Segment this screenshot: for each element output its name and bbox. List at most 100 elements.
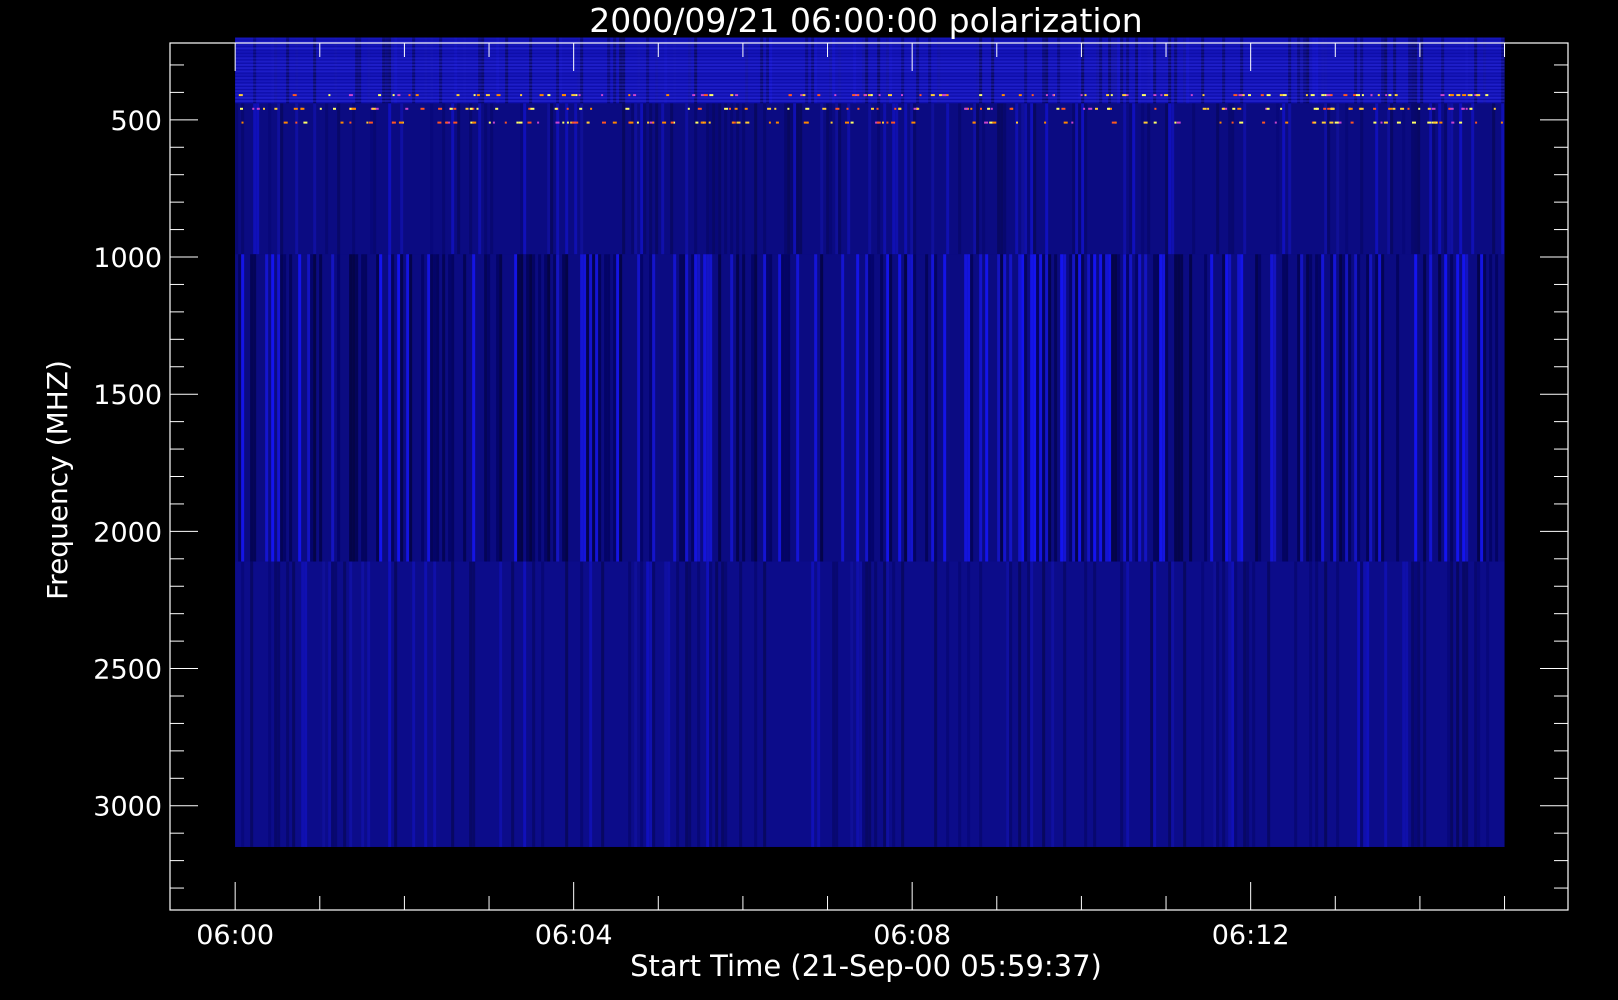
heatmap-column — [1357, 561, 1361, 847]
heatmap-column — [763, 103, 767, 255]
heatmap-spike — [1462, 94, 1467, 97]
heatmap-spike — [987, 107, 991, 110]
heatmap-spike — [469, 107, 473, 110]
heatmap-spike — [1348, 107, 1353, 110]
heatmap-column — [472, 561, 476, 847]
heatmap-spike — [1009, 107, 1013, 110]
heatmap-spike — [992, 121, 997, 124]
heatmap-spike — [351, 107, 356, 110]
heatmap-spike — [1400, 107, 1405, 110]
heatmap-column — [703, 254, 707, 562]
heatmap-column — [1126, 561, 1130, 847]
heatmap-column — [1471, 103, 1475, 255]
heatmap-spike — [405, 107, 409, 110]
heatmap-column — [331, 561, 335, 847]
spectrogram-chart: 500 1000 1500 2000 2500 3000 06:00 06:04 06:08 06… — [0, 0, 1618, 1000]
heatmap-row — [235, 100, 1505, 103]
heatmap-column — [490, 103, 494, 255]
heatmap-spike — [1154, 107, 1157, 110]
heatmap-column — [892, 103, 896, 255]
heatmap-spike — [465, 107, 469, 110]
heatmap-column — [1216, 561, 1220, 847]
heatmap-column — [1384, 561, 1388, 847]
heatmap-column — [1438, 254, 1442, 562]
heatmap-column — [721, 561, 725, 847]
heatmap-column — [388, 254, 392, 562]
heatmap-column — [1378, 254, 1382, 562]
heatmap-column — [622, 103, 626, 255]
heatmap-spike — [445, 121, 449, 124]
heatmap-column — [1450, 254, 1454, 562]
heatmap-spike — [1356, 94, 1360, 97]
heatmap-spike — [579, 107, 583, 110]
heatmap-spike — [845, 121, 849, 124]
heatmap-spike — [472, 121, 477, 124]
heatmap-column — [1345, 103, 1349, 255]
heatmap-column — [409, 254, 413, 562]
heatmap-row — [235, 67, 1505, 70]
heatmap-column — [1054, 254, 1058, 562]
heatmap-column — [457, 103, 461, 255]
heatmap-column — [361, 561, 365, 847]
heatmap-column — [1120, 561, 1124, 847]
heatmap-spike — [886, 121, 889, 124]
heatmap-column — [1018, 254, 1022, 562]
heatmap-column — [280, 103, 284, 255]
heatmap-column — [1414, 254, 1418, 562]
heatmap-column — [1123, 103, 1127, 255]
heatmap-column — [931, 103, 935, 255]
heatmap-spike — [1394, 94, 1398, 97]
heatmap-column — [463, 254, 467, 562]
heatmap-column — [763, 254, 767, 562]
heatmap-column — [1360, 103, 1364, 255]
heatmap-column — [1222, 254, 1226, 562]
heatmap-spike — [240, 107, 243, 110]
heatmap-column — [1495, 254, 1499, 562]
heatmap-spike — [876, 121, 881, 124]
heatmap-column — [367, 561, 371, 847]
heatmap-spike — [1248, 94, 1251, 97]
heatmap-column — [1165, 103, 1169, 255]
heatmap-column — [1267, 561, 1271, 847]
heatmap-column — [1429, 254, 1433, 562]
heatmap-spike — [1431, 107, 1436, 110]
heatmap-column — [1324, 561, 1328, 847]
heatmap-spike — [930, 94, 935, 97]
heatmap-column — [538, 254, 542, 562]
heatmap-column — [430, 103, 434, 255]
heatmap-column — [715, 561, 719, 847]
heatmap-column — [1465, 254, 1469, 562]
heatmap-column — [268, 103, 272, 255]
heatmap-spike — [774, 107, 777, 110]
heatmap-column — [580, 561, 584, 847]
heatmap-column — [730, 103, 734, 255]
heatmap-column — [1081, 103, 1085, 255]
heatmap-column — [616, 254, 620, 562]
heatmap-spike — [1031, 94, 1034, 97]
heatmap-spike — [1359, 107, 1364, 110]
heatmap-column — [583, 254, 587, 562]
heatmap-spike — [252, 107, 255, 110]
heatmap-column — [865, 561, 869, 847]
heatmap-column — [511, 561, 515, 847]
heatmap-column — [676, 561, 680, 847]
heatmap-column — [1402, 561, 1406, 847]
heatmap-column — [970, 254, 974, 562]
heatmap-column — [1048, 254, 1052, 562]
heatmap-column — [310, 254, 314, 562]
heatmap-column — [1405, 561, 1409, 847]
heatmap-column — [1456, 561, 1460, 847]
heatmap-column — [1102, 254, 1106, 562]
heatmap-spike — [1080, 94, 1083, 97]
heatmap-column — [514, 254, 518, 562]
heatmap-spike — [492, 121, 495, 124]
y-tick-label: 2500 — [93, 655, 162, 686]
heatmap-column — [877, 103, 881, 255]
heatmap-column — [736, 254, 740, 562]
heatmap-column — [529, 254, 533, 562]
heatmap-column — [685, 254, 689, 562]
heatmap-column — [652, 561, 656, 847]
heatmap-column — [1093, 254, 1097, 562]
heatmap-spike — [1233, 94, 1238, 97]
heatmap-column — [982, 103, 986, 255]
